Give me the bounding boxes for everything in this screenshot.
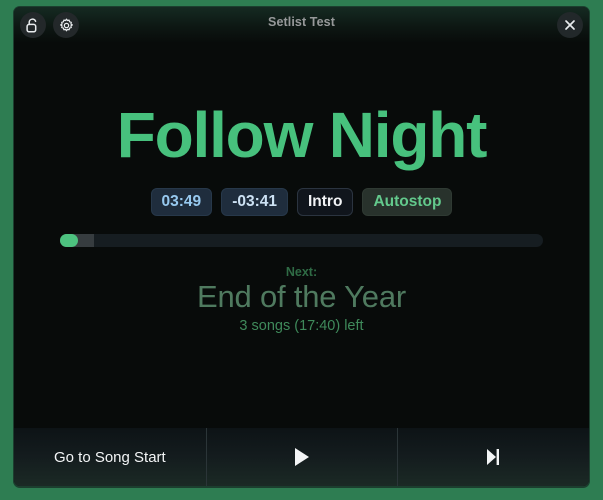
unlocked-padlock-icon <box>26 17 40 33</box>
progress-track <box>60 234 543 247</box>
transport-toolbar: Go to Song Start <box>14 428 589 486</box>
remaining-songs-info: 3 songs (17:40) left <box>239 318 364 334</box>
next-up-label: Next: <box>285 265 318 279</box>
go-to-song-start-button[interactable]: Go to Song Start <box>14 428 206 486</box>
song-progress-bar[interactable] <box>60 234 543 247</box>
gear-icon <box>59 18 74 33</box>
close-icon <box>564 19 576 31</box>
performance-stage: Follow Night 03:49 -03:41 Intro Autostop… <box>14 43 589 428</box>
title-bar: Setlist Test <box>14 7 589 43</box>
play-button[interactable] <box>205 428 398 486</box>
marker-badge[interactable]: Intro <box>297 188 354 217</box>
close-button[interactable] <box>557 12 583 38</box>
autostop-badge[interactable]: Autostop <box>362 188 453 217</box>
skip-next-icon <box>485 448 501 466</box>
song-status-badges: 03:49 -03:41 Intro Autostop <box>14 188 589 217</box>
settings-button[interactable] <box>53 12 79 38</box>
next-song-title: End of the Year <box>196 279 407 314</box>
elapsed-time-badge[interactable]: 03:49 <box>150 188 213 217</box>
app-window: Setlist Test Follow Night 03:49 -03:41 I… <box>14 7 589 486</box>
lock-toggle-button[interactable] <box>20 12 46 38</box>
progress-fill <box>60 234 78 247</box>
next-song-button[interactable] <box>397 428 589 486</box>
app-window-frame: Setlist Test Follow Night 03:49 -03:41 I… <box>0 0 603 500</box>
play-icon <box>293 447 311 467</box>
current-song-title: Follow Night <box>116 99 488 171</box>
go-to-song-start-label: Go to Song Start <box>53 448 166 466</box>
remaining-time-badge[interactable]: -03:41 <box>221 188 288 217</box>
window-title: Setlist Test <box>268 15 335 29</box>
